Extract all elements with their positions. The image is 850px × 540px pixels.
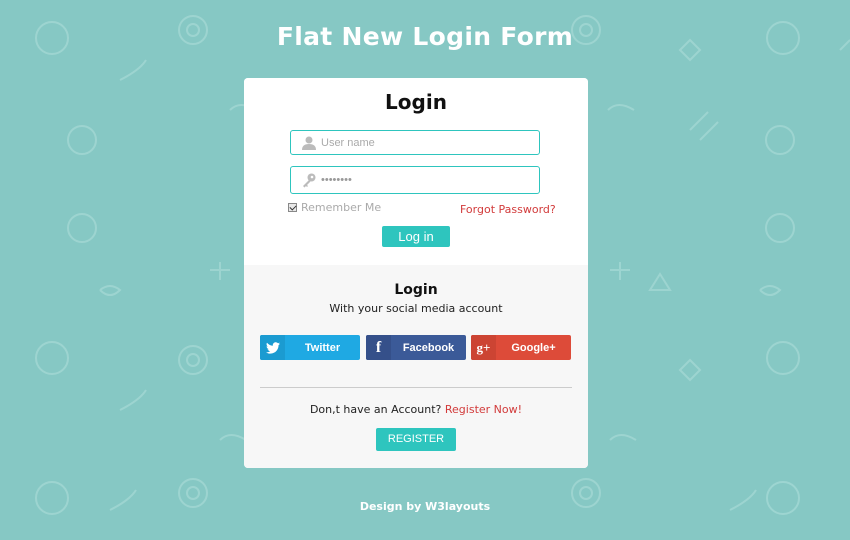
login-form-section: Login Remember Me Forgot Password? Log i…	[244, 78, 588, 265]
remember-me-checkbox[interactable]	[288, 203, 297, 212]
facebook-f-icon: f	[366, 335, 391, 360]
login-button[interactable]: Log in	[382, 226, 450, 247]
twitter-label: Twitter	[304, 341, 341, 354]
login-card: Login Remember Me Forgot Password? Log i…	[244, 78, 588, 468]
remember-me[interactable]: Remember Me	[288, 201, 381, 214]
google-plus-button[interactable]: g+ Google+	[471, 335, 571, 360]
social-login-heading: Login	[394, 282, 438, 298]
social-login-section: Login With your social media account Twi…	[244, 265, 588, 468]
register-now-link[interactable]: Register Now!	[445, 403, 522, 416]
key-icon	[303, 173, 316, 188]
password-input[interactable]	[321, 167, 531, 193]
section-divider	[260, 387, 572, 388]
google-plus-icon: g+	[471, 335, 496, 360]
account-prompt-line: Don,t have an Account? Register Now!	[244, 403, 588, 416]
account-prompt-text: Don,t have an Account?	[309, 403, 442, 416]
user-icon	[302, 136, 316, 150]
password-field[interactable]	[290, 166, 540, 194]
social-login-subtitle: With your social media account	[329, 302, 503, 315]
username-input[interactable]	[321, 131, 531, 154]
facebook-label: Facebook	[402, 341, 455, 354]
register-button[interactable]: REGISTER	[376, 428, 456, 451]
remember-me-label: Remember Me	[301, 201, 382, 214]
footer-credit: Design by W3layouts	[359, 500, 491, 513]
forgot-password-link[interactable]: Forgot Password?	[460, 203, 556, 216]
google-plus-label: Google+	[511, 341, 556, 354]
page-title: Flat New Login Form	[276, 22, 574, 51]
twitter-button[interactable]: Twitter	[260, 335, 360, 360]
twitter-bird-icon	[260, 335, 285, 360]
facebook-button[interactable]: f Facebook	[366, 335, 466, 360]
login-heading: Login	[385, 90, 447, 114]
username-field[interactable]	[290, 130, 540, 155]
